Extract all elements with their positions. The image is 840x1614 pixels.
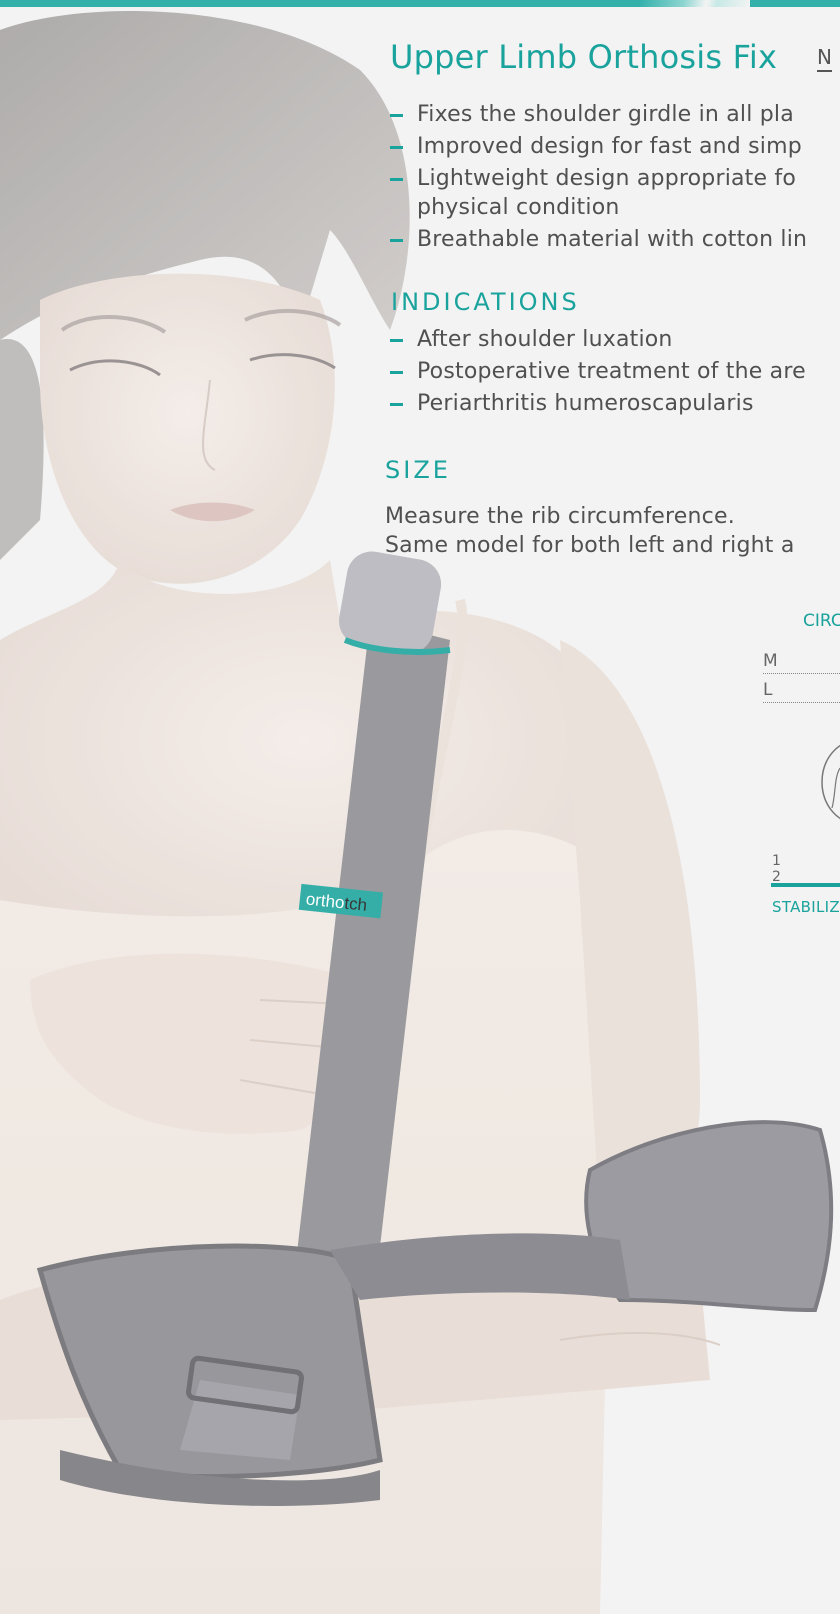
dash-icon	[390, 239, 403, 242]
indication-item: After shoulder luxation	[388, 325, 840, 354]
indication-item: Postoperative treatment of the are	[388, 357, 840, 386]
size-row-m: M	[763, 651, 840, 674]
size-line-2: Same model for both left and right a	[385, 533, 795, 558]
indication-item: Periarthritis humeroscapularis	[388, 389, 840, 418]
stabilization-scale-numbers: 12	[772, 853, 781, 885]
size-instructions: Measure the rib circumference. Same mode…	[385, 502, 795, 560]
size-row-l: L	[763, 680, 840, 703]
product-title: Upper Limb Orthosis Fix	[390, 38, 778, 76]
dash-icon	[390, 178, 403, 181]
feature-item: Improved design for fast and simp	[388, 132, 840, 161]
feature-item: Breathable material with cotton lin	[388, 225, 840, 254]
stabilization-label: STABILIZ	[772, 898, 840, 916]
size-line-1: Measure the rib circumference.	[385, 504, 735, 529]
stabilization-scale-bar	[771, 883, 840, 887]
indications-heading: INDICATIONS	[391, 288, 580, 316]
feature-item: Lightweight design appropriate fo physica…	[388, 164, 840, 222]
size-table-header: CIRC	[803, 611, 840, 631]
dash-icon	[390, 146, 403, 149]
size-heading: SIZE	[385, 456, 451, 484]
feature-list: Fixes the shoulder girdle in all pla Imp…	[388, 100, 840, 257]
indications-list: After shoulder luxation Postoperative tr…	[388, 325, 840, 421]
dash-icon	[390, 339, 403, 342]
feature-item: Fixes the shoulder girdle in all pla	[388, 100, 840, 129]
dash-icon	[390, 371, 403, 374]
product-code: N	[817, 46, 832, 72]
dash-icon	[390, 114, 403, 117]
rib-circumference-diagram	[821, 744, 840, 820]
dash-icon	[390, 403, 403, 406]
